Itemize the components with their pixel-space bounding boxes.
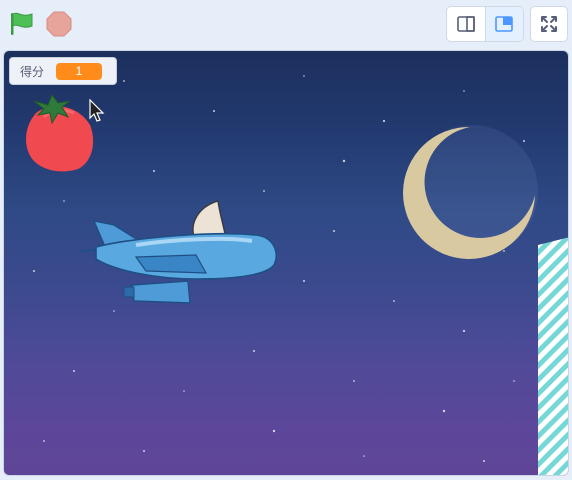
stage-canvas[interactable]: 得分 1 [3,50,569,476]
fullscreen-button[interactable] [530,6,568,42]
stop-sign-icon[interactable] [46,11,72,37]
small-stage-icon [456,16,475,32]
moon-sprite[interactable] [400,123,540,263]
stage-toolbar [0,0,572,48]
normal-stage-button[interactable] [485,7,523,41]
stage-size-toggle [446,6,524,42]
fullscreen-icon [541,16,557,32]
striped-building-sprite[interactable] [536,237,569,476]
green-flag-icon[interactable] [8,11,36,37]
strawberry-sprite[interactable] [22,95,96,175]
score-value: 1 [56,62,103,80]
small-stage-button[interactable] [447,7,486,41]
airplane-sprite[interactable] [76,197,282,309]
mouse-pointer-icon [89,99,105,122]
normal-stage-icon [495,16,514,32]
score-label: 得分 [20,64,45,79]
score-monitor[interactable]: 得分 1 [9,57,117,85]
